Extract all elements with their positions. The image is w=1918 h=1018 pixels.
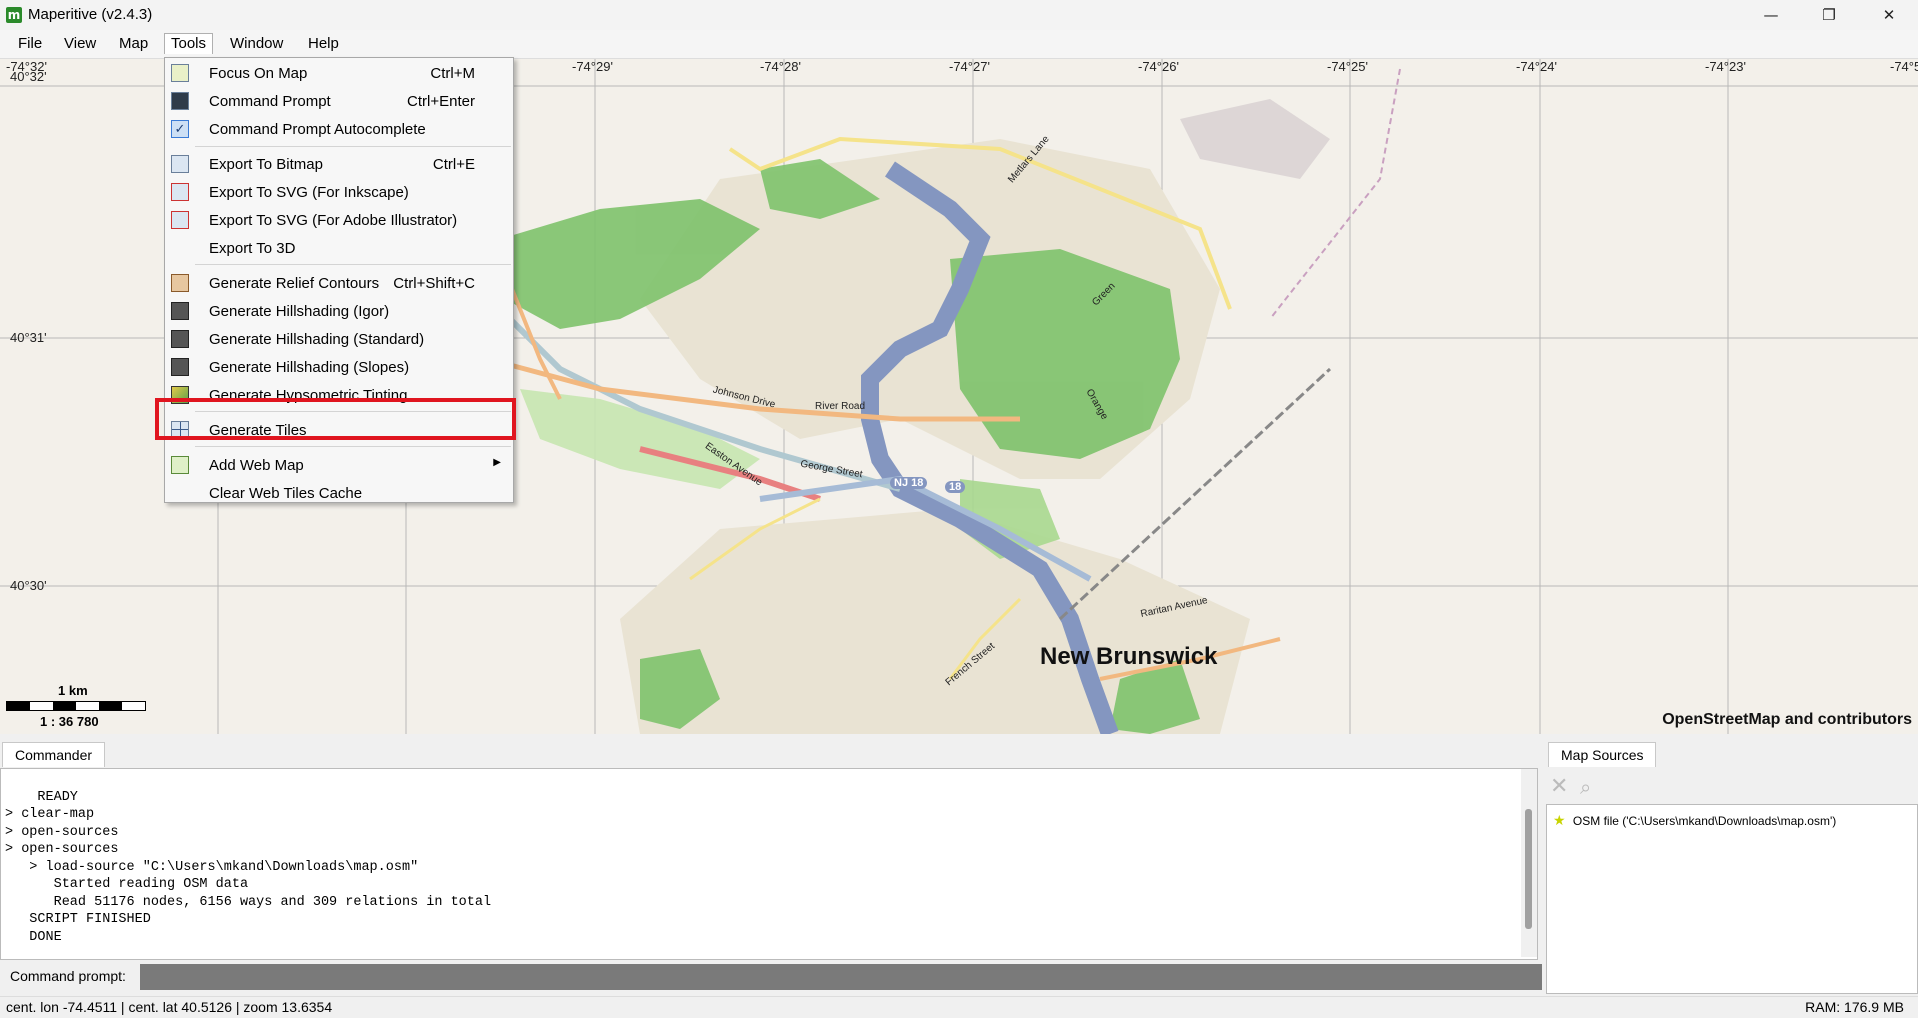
menu-file[interactable]: File [12, 34, 48, 54]
map-sources-list: ★ OSM file ('C:\Users\mkand\Downloads\ma… [1546, 804, 1918, 994]
command-prompt-label: Command prompt: [10, 968, 126, 984]
city-label: New Brunswick [1040, 643, 1218, 670]
hillshading-icon [171, 358, 189, 376]
lon-tick-label: -74°26' [1138, 59, 1179, 74]
lon-tick-label: -74°23' [1705, 59, 1746, 74]
menu-item-add-web-map[interactable]: Add Web Map ▶ [165, 452, 513, 478]
scrollbar-thumb[interactable] [1525, 809, 1532, 929]
lon-tick-label: -74°28' [760, 59, 801, 74]
scale-bar [6, 701, 146, 711]
lat-tick-label: 40°32' [10, 69, 47, 84]
console-output: READY > clear-map > open-sources > open-… [0, 768, 1538, 960]
menu-help[interactable]: Help [302, 34, 345, 54]
menu-item-command-prompt[interactable]: Command Prompt Ctrl+Enter [165, 88, 513, 114]
menu-item-generate-hillshading-standard[interactable]: Generate Hillshading (Standard) [165, 326, 513, 352]
svg-icon [171, 183, 189, 201]
menu-item-focus-on-map[interactable]: Focus On Map Ctrl+M [165, 60, 513, 86]
contours-icon [171, 274, 189, 292]
lon-tick-label: -74°24' [1516, 59, 1557, 74]
menu-separator [195, 264, 511, 265]
tab-commander[interactable]: Commander [2, 742, 106, 767]
menu-window[interactable]: Window [224, 34, 289, 54]
menu-item-generate-relief-contours[interactable]: Generate Relief Contours Ctrl+Shift+C [165, 270, 513, 296]
menu-item-command-prompt-autocomplete[interactable]: ✓ Command Prompt Autocomplete [165, 116, 513, 142]
menu-item-clear-web-tiles-cache[interactable]: Clear Web Tiles Cache [165, 480, 513, 506]
scale-label: 1 km [58, 683, 88, 698]
lon-tick-label: -74°25' [1327, 59, 1368, 74]
map-position-status: cent. lon -74.4511 | cent. lat 40.5126 |… [6, 999, 333, 1015]
menu-map[interactable]: Map [113, 34, 154, 54]
lat-tick-label: 40°30' [10, 578, 47, 593]
lat-tick-label: 40°31' [10, 330, 47, 345]
menu-item-export-svg-illustrator[interactable]: Export To SVG (For Adobe Illustrator) [165, 207, 513, 233]
menu-item-export-to-3d[interactable]: Export To 3D [165, 235, 513, 261]
lon-tick-label: -74°27' [949, 59, 990, 74]
maximize-button[interactable]: ❐ [1806, 0, 1852, 30]
list-item[interactable]: ★ OSM file ('C:\Users\mkand\Downloads\ma… [1553, 813, 1836, 829]
svg-icon [171, 211, 189, 229]
bitmap-icon [171, 155, 189, 173]
window-title: Maperitive (v2.4.3) [28, 6, 153, 23]
menu-item-generate-hillshading-igor[interactable]: Generate Hillshading (Igor) [165, 298, 513, 324]
star-icon: ★ [1553, 813, 1566, 829]
menu-item-generate-hillshading-slopes[interactable]: Generate Hillshading (Slopes) [165, 354, 513, 380]
command-prompt-input[interactable] [140, 964, 1542, 990]
scale-ratio: 1 : 36 780 [40, 714, 99, 729]
hillshading-icon [171, 302, 189, 320]
console-icon [171, 92, 189, 110]
tab-map-sources[interactable]: Map Sources [1548, 742, 1657, 767]
menu-tools[interactable]: Tools [164, 33, 214, 54]
map-sources-toolbar: ✕ ⌕ [1546, 772, 1918, 802]
minimize-button[interactable]: — [1748, 0, 1794, 30]
hillshading-icon [171, 330, 189, 348]
zoom-to-source-icon[interactable]: ⌕ [1580, 775, 1591, 799]
route-shield: 18 [945, 481, 966, 493]
lon-tick-label: -74°5 [1890, 59, 1918, 74]
app-icon: m [6, 7, 22, 23]
close-button[interactable]: ✕ [1866, 0, 1912, 30]
checkmark-icon: ✓ [171, 120, 189, 138]
menu-bar: File View Map Tools Window Help [0, 30, 1918, 59]
web-map-icon [171, 456, 189, 474]
attribution-text: OpenStreetMap and contributors [1662, 711, 1912, 728]
commander-panel: Commander READY > clear-map > open-sourc… [0, 742, 1542, 994]
ram-status: RAM: 176.9 MB [1805, 999, 1904, 1015]
menu-view[interactable]: View [58, 34, 102, 54]
title-bar: m Maperitive (v2.4.3) — ❐ ✕ [0, 0, 1918, 30]
map-sources-panel: Map Sources ✕ ⌕ ★ OSM file ('C:\Users\mk… [1546, 742, 1918, 994]
submenu-arrow-icon: ▶ [493, 457, 501, 468]
route-shield: NJ 18 [890, 477, 928, 489]
menu-separator [195, 146, 511, 147]
map-focus-icon [171, 64, 189, 82]
status-bar: cent. lon -74.4511 | cent. lat 40.5126 |… [0, 996, 1918, 1018]
menu-separator [195, 446, 511, 447]
console-scrollbar[interactable] [1521, 769, 1537, 957]
console-log: READY > clear-map > open-sources > open-… [5, 789, 492, 945]
highlight-annotation [155, 398, 516, 440]
remove-source-icon[interactable]: ✕ [1550, 774, 1568, 799]
menu-item-export-to-bitmap[interactable]: Export To Bitmap Ctrl+E [165, 151, 513, 177]
menu-item-export-svg-inkscape[interactable]: Export To SVG (For Inkscape) [165, 179, 513, 205]
source-label: OSM file ('C:\Users\mkand\Downloads\map.… [1572, 814, 1837, 828]
road-label: River Road [815, 401, 866, 412]
lon-tick-label: -74°29' [572, 59, 613, 74]
